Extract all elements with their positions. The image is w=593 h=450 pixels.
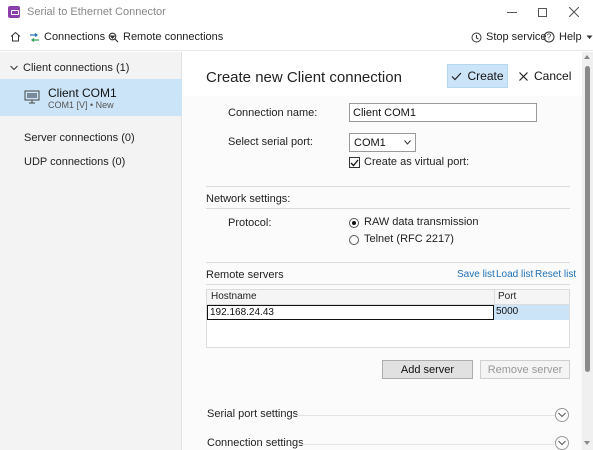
save-list-link[interactable]: Save list (457, 269, 495, 280)
search-icon (108, 32, 119, 43)
stop-service-button[interactable]: Stop service (471, 31, 547, 43)
protocol-telnet-label: Telnet (RFC 2217) (364, 233, 454, 245)
title-bar: Serial to Ethernet Connector (0, 0, 593, 26)
help-menu[interactable]: ? Help (543, 31, 593, 43)
remote-servers-table: Hostname Port 192.168.24.43 5000 (206, 289, 570, 348)
minimize-button[interactable] (497, 2, 527, 22)
remove-server-button[interactable]: Remove server (480, 360, 570, 379)
chevron-down-icon (558, 412, 566, 418)
protocol-telnet-radio[interactable] (349, 235, 359, 245)
close-icon (519, 71, 528, 81)
chevron-down-icon (586, 35, 593, 39)
hostname-column-header[interactable]: Hostname (211, 291, 257, 302)
scrollbar-thumb[interactable] (585, 66, 590, 372)
virtual-port-label: Create as virtual port: (364, 156, 470, 168)
divider (298, 444, 555, 445)
form-panel: Connection name: Client COM1 Select seri… (183, 96, 582, 450)
help-icon: ? (543, 31, 555, 43)
port-column-header[interactable]: Port (498, 291, 516, 302)
hostname-cell[interactable]: 192.168.24.43 (207, 305, 494, 320)
chevron-down-icon (10, 65, 18, 71)
expand-serial-port-settings-button[interactable] (555, 408, 569, 422)
divider (206, 186, 570, 187)
virtual-port-checkbox[interactable] (349, 157, 360, 168)
page-title: Create new Client connection (206, 69, 402, 86)
divider (295, 415, 555, 416)
client-connections-label: Client connections (1) (23, 62, 130, 74)
app-icon (8, 6, 20, 18)
serial-port-label: Select serial port: (228, 136, 313, 148)
minimize-icon (507, 11, 517, 13)
add-server-button[interactable]: Add server (382, 360, 473, 379)
table-row[interactable]: 192.168.24.43 5000 (207, 305, 569, 320)
sidebar: Client connections (1) Client COM1 COM1 … (0, 52, 182, 450)
scroll-up-arrow-icon[interactable] (584, 55, 590, 59)
sidebar-item-subtitle: COM1 [V] • New (48, 100, 114, 110)
network-settings-title: Network settings: (206, 193, 291, 205)
connection-name-label: Connection name: (228, 107, 318, 119)
close-icon (569, 7, 579, 17)
reset-list-link[interactable]: Reset list (535, 269, 576, 280)
remote-connections-button[interactable]: Remote connections (108, 31, 223, 43)
server-connections-group[interactable]: Server connections (0) (24, 132, 135, 144)
create-label: Create (467, 69, 504, 83)
connection-settings-section[interactable]: Connection settings (207, 437, 304, 449)
home-icon (10, 31, 21, 42)
client-connections-group[interactable]: Client connections (1) (10, 62, 129, 74)
connections-label: Connections (44, 31, 106, 43)
stop-icon (471, 32, 482, 43)
toolbar: Connections Remote connections Stop serv… (0, 26, 593, 51)
divider (206, 284, 570, 285)
maximize-icon (537, 7, 547, 17)
close-button[interactable] (559, 2, 589, 22)
check-icon (451, 72, 462, 81)
connection-name-input[interactable]: Client COM1 (349, 103, 537, 122)
expand-connection-settings-button[interactable] (555, 436, 569, 450)
load-list-link[interactable]: Load list (496, 269, 533, 280)
protocol-raw-label: RAW data transmission (364, 216, 479, 228)
chevron-down-icon (558, 440, 566, 446)
divider (206, 262, 570, 263)
stop-service-label: Stop service (486, 31, 547, 43)
protocol-raw-radio[interactable] (349, 218, 359, 228)
port-cell[interactable]: 5000 (496, 306, 518, 317)
serial-port-select[interactable]: COM1 (349, 133, 416, 152)
serial-port-value: COM1 (354, 136, 386, 149)
remote-connections-label: Remote connections (123, 31, 224, 43)
sidebar-item-client-com1[interactable]: Client COM1 COM1 [V] • New (0, 79, 182, 116)
create-button[interactable]: Create (447, 64, 508, 88)
cancel-label: Cancel (534, 69, 572, 83)
check-icon (350, 159, 359, 166)
divider (206, 208, 570, 209)
protocol-label: Protocol: (228, 217, 272, 229)
connections-icon (29, 32, 40, 42)
udp-connections-group[interactable]: UDP connections (0) (24, 156, 125, 168)
window-title: Serial to Ethernet Connector (27, 6, 166, 18)
home-button[interactable] (10, 31, 21, 42)
vertical-scrollbar[interactable] (582, 52, 593, 450)
help-label: Help (559, 31, 582, 43)
main-content: Create new Client connection Create Canc… (183, 52, 582, 450)
computer-icon (24, 90, 40, 104)
connections-menu[interactable]: Connections (29, 31, 116, 43)
svg-text:?: ? (547, 33, 552, 42)
serial-port-settings-section[interactable]: Serial port settings (207, 408, 298, 420)
maximize-button[interactable] (527, 2, 557, 22)
remote-servers-title: Remote servers (206, 269, 284, 281)
table-header: Hostname Port (207, 290, 569, 305)
scroll-down-arrow-icon[interactable] (584, 441, 590, 445)
chevron-down-icon (404, 140, 411, 145)
cancel-button[interactable]: Cancel (519, 64, 571, 88)
sidebar-item-name: Client COM1 (48, 86, 117, 100)
column-separator (494, 290, 495, 305)
